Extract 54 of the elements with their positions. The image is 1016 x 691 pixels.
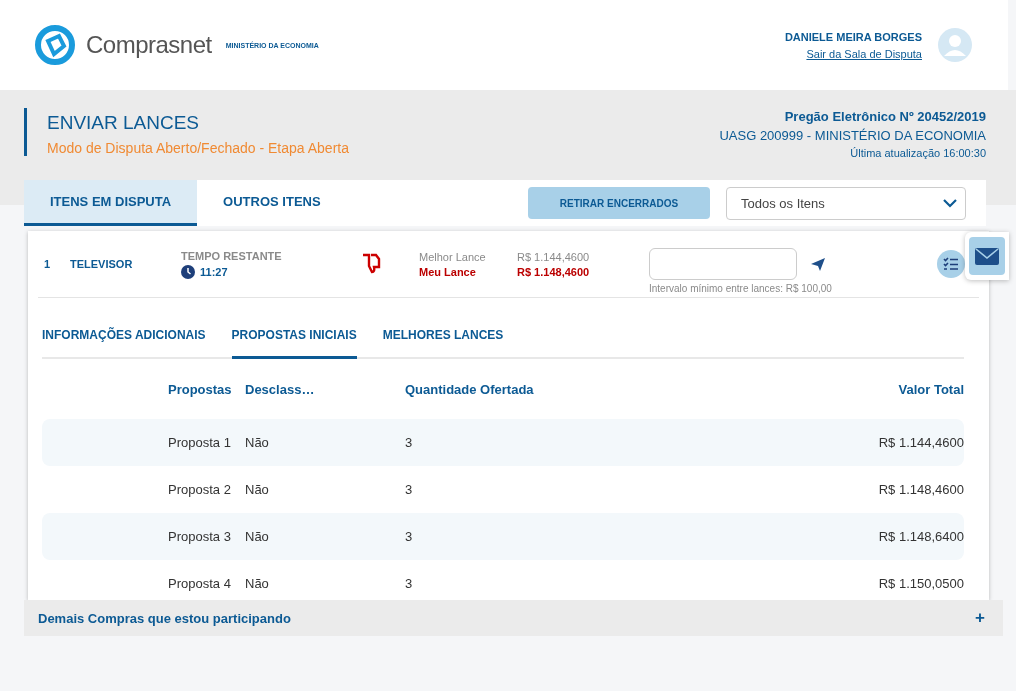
time-label: TEMPO RESTANTE — [181, 249, 283, 262]
column-header: Quantidade Ofertada — [405, 381, 535, 397]
send-icon[interactable] — [811, 257, 825, 271]
uasg-label: UASG 200999 - MINISTÉRIO DA ECONOMIA — [719, 128, 986, 143]
table-cell-text: R$ 1.148,4600 — [877, 482, 964, 497]
filter-select[interactable]: Todos os Itens — [726, 186, 966, 220]
table-cell-text: 3 — [405, 576, 414, 591]
table-cell-text: 3 — [405, 435, 414, 450]
sub-tab[interactable]: MELHORES LANCES — [382, 318, 504, 359]
thumbs-down-icon — [361, 253, 381, 275]
table-cell-text: Proposta 1 — [168, 435, 232, 450]
table-cell-text: R$ 1.150,0500 — [877, 576, 964, 591]
checklist-icon[interactable] — [937, 250, 965, 278]
table-cell-text: Não — [245, 529, 270, 544]
retirar-button[interactable]: RETIRAR ENCERRADOS — [528, 187, 710, 219]
expand-button[interactable]: + — [975, 608, 985, 628]
column-header: Desclass… — [245, 381, 316, 397]
last-update: Última atualização 16:00:30 — [850, 147, 986, 159]
user-name: DANIELE MEIRA BORGES — [784, 30, 922, 43]
item-number: 1 — [43, 258, 52, 270]
best-bid-label: Melhor Lance — [419, 250, 487, 263]
logo-icon — [34, 24, 76, 66]
column-header: Propostas — [168, 381, 233, 397]
sub-tab[interactable]: PROPOSTAS INICIAIS — [231, 318, 357, 359]
footer-label: Demais Compras que estou participando — [38, 610, 291, 626]
column-header: Valor Total — [897, 381, 964, 397]
table-cell-text: Proposta 3 — [168, 529, 232, 544]
time-remaining: 11:27 — [200, 265, 228, 278]
table-cell-text: Proposta 2 — [168, 482, 232, 497]
table-cell-text: 3 — [405, 529, 414, 544]
table-cell-text: Proposta 4 — [168, 576, 232, 591]
table-cell-text: Não — [245, 576, 270, 591]
table-cell-text: 3 — [405, 482, 414, 497]
bid-input-field[interactable] — [649, 248, 797, 280]
mail-button[interactable] — [965, 232, 1009, 280]
table-cell-text: R$ 1.148,6400 — [877, 529, 964, 544]
page-subtitle: Modo de Disputa Aberto/Fechado - Etapa Aberta — [47, 140, 349, 156]
chevron-down-icon — [943, 198, 957, 208]
item-name: TELEVISOR — [70, 258, 134, 270]
mail-icon — [975, 247, 999, 265]
sub-tab[interactable]: INFORMAÇÕES ADICIONAIS — [42, 318, 206, 359]
table-cell-text: Não — [245, 482, 270, 497]
logo-text: Comprasnet — [86, 31, 212, 59]
pregao-number: Pregão Eletrônico Nº 20452/2019 — [784, 109, 986, 124]
table-cell-text: R$ 1.144,4600 — [877, 435, 964, 450]
page-title: ENVIAR LANCES — [47, 112, 201, 134]
tab[interactable]: ITENS EM DISPUTA — [24, 180, 198, 226]
my-bid-value: R$ 1.148,4600 — [517, 265, 591, 278]
best-bid-value: R$ 1.144,4600 — [517, 250, 591, 263]
clock-icon — [181, 264, 195, 279]
table-cell-text: Não — [245, 435, 270, 450]
my-bid-label: Meu Lance — [419, 265, 477, 278]
bid-interval-hint: Intervalo mínimo entre lances: R$ 100,00 — [649, 283, 832, 294]
logout-link[interactable]: Sair da Sala de Disputa — [806, 47, 922, 60]
